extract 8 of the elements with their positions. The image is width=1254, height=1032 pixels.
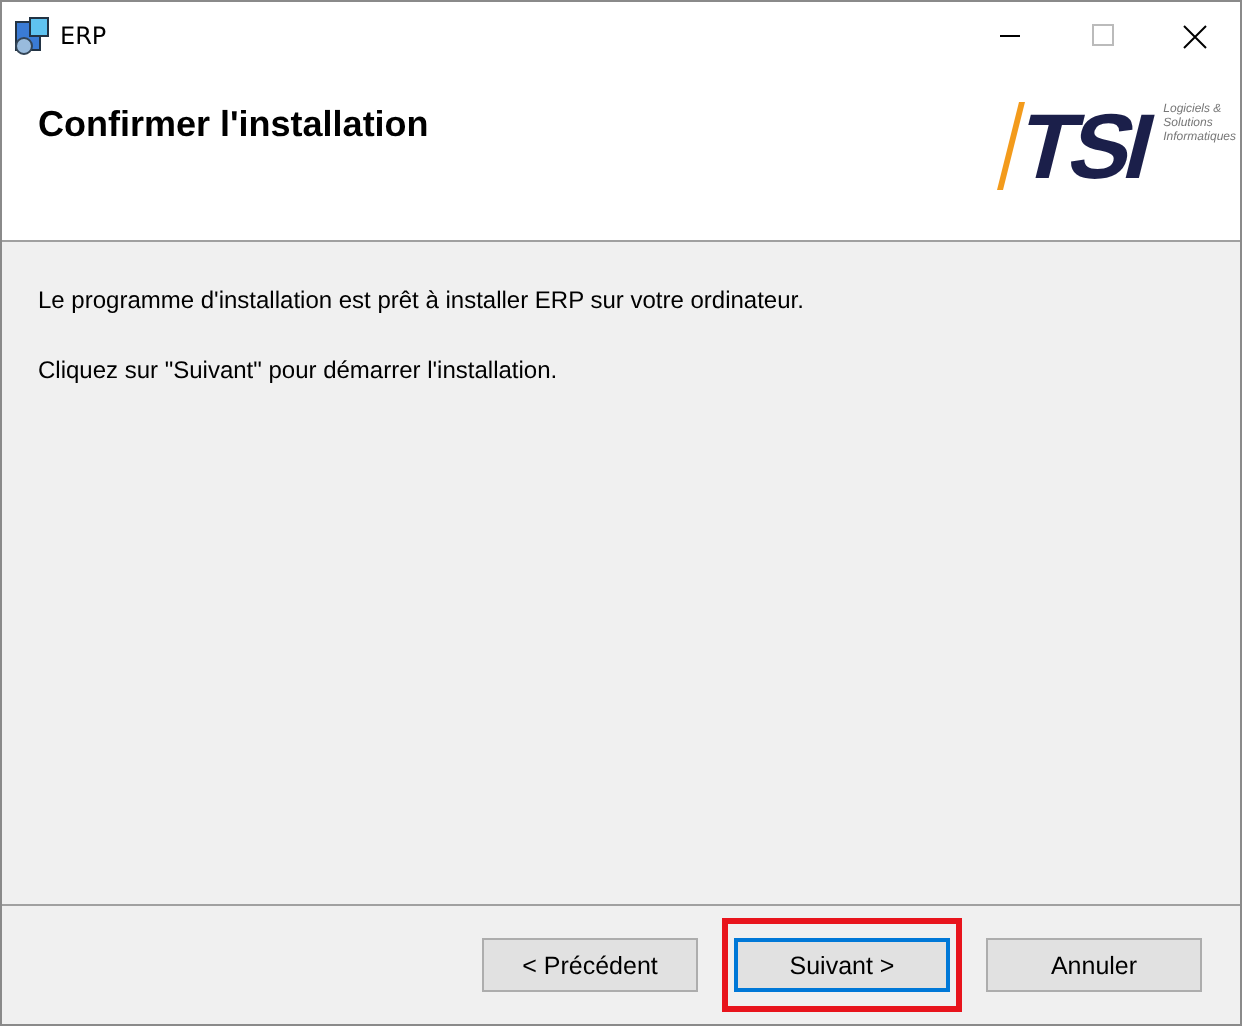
wizard-button[interactable]: Annuler [986,938,1202,992]
instruction-text: Cliquez sur "Suivant" pour démarrer l'installation. [38,356,560,384]
window-title: ERP [60,21,109,49]
page-title: Confirmer l'installation [38,104,429,146]
wizard-button[interactable]: Suivant > [734,938,950,992]
wizard-button[interactable]: < Précédent [482,938,698,992]
instruction-text: Le programme d'installation est prêt à installer ERP sur votre ordinateur. [38,286,806,314]
installer-icon [12,15,52,55]
